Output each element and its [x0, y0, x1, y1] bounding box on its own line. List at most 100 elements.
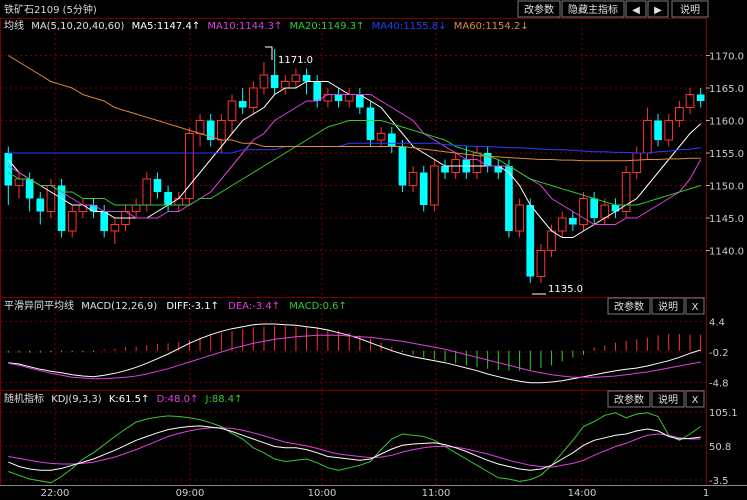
macd-tick-label: -4.8 [709, 379, 729, 390]
macd-diff: DIFF:-3.1↑ [166, 301, 219, 312]
candle-body-up [579, 198, 588, 225]
candle-body-up [110, 224, 120, 232]
kdj-j: J:88.4↑ [205, 394, 243, 405]
candle-body-up [174, 198, 184, 206]
candle-body-up [131, 204, 141, 212]
time-label-end: 1 [703, 488, 709, 499]
kdj-j-line [8, 412, 701, 484]
macd-diff-line [8, 323, 701, 384]
candle-body-down [36, 198, 45, 212]
candle-body-up [547, 230, 556, 251]
low-label: 1135.0 [548, 284, 583, 295]
candle-body-up [217, 120, 226, 141]
macd-header: 平滑异同平均线 MACD(12,26,9) DIFF:-3.1↑ DEA:-3.… [4, 297, 705, 315]
ma-title: 均线 [4, 19, 24, 32]
macd-layer [7, 323, 702, 384]
candle-body-up [376, 133, 386, 141]
high-label: 1171.0 [278, 55, 313, 66]
time-label-0900: 09:00 [176, 488, 205, 499]
candle-body-down [334, 94, 343, 101]
kdj-d-line [8, 427, 701, 468]
macd-legend-text: 平滑异同平均线 MACD(12,26,9) DIFF:-3.1↑ DEA:-3.… [4, 299, 347, 312]
candle-body-down [313, 81, 322, 101]
price-tick-label: 1145.0 [709, 214, 744, 225]
grid-lines [0, 18, 747, 486]
time-label-2200: 22:00 [41, 488, 70, 499]
candle-body-up [46, 185, 56, 212]
kdj-header: 随机指标 KDJ(9,3,3) K:61.5↑ D:48.0↑ J:88.4↑ … [4, 390, 705, 408]
candle-body-down [25, 179, 34, 199]
candle-body-up [14, 178, 24, 186]
candle-body-up [291, 74, 301, 82]
candle-body-up [632, 152, 642, 173]
stock-chart: 铁矿石2109 (5分钟) 改参数 隐藏主指标 ◀ ▶ 说明 均线 MA(5,1… [0, 0, 747, 499]
candle-body-down [654, 120, 662, 140]
candle-body-down [270, 75, 279, 88]
candle-body-up [323, 94, 333, 102]
price-tick-label: 1170.0 [709, 52, 744, 63]
symbol-title: 铁矿石2109 (5分钟) [4, 3, 97, 16]
ma60-value: MA60:1154.2↓ [454, 21, 529, 32]
time-label-1000: 10:00 [308, 488, 337, 499]
next-arrow-icon[interactable]: ▶ [654, 5, 662, 16]
kdj-tick-label: -3.5 [709, 476, 729, 487]
macd-tick-label: -0.2 [709, 348, 729, 359]
candle-body-down [302, 75, 311, 82]
macd-dea-line [8, 334, 701, 380]
price-axis: 1170.0 1165.0 1160.0 1155.0 1150.0 1145.0 1140… [706, 52, 744, 487]
candle-body-up [408, 172, 418, 186]
kdj-help-button[interactable]: 说明 [658, 393, 678, 406]
candle-body-down [4, 153, 13, 186]
ma40-line [8, 142, 701, 154]
kdj-d: D:48.0↑ [157, 394, 199, 405]
kdj-title: 随机指标 [4, 392, 44, 405]
macd-help-button[interactable]: 说明 [658, 300, 678, 313]
candle-body-down [569, 218, 577, 225]
candle-body-down [441, 166, 449, 173]
candle-body-down [387, 133, 396, 147]
macd-edit-params-button[interactable]: 改参数 [614, 300, 644, 313]
candle-body-up [78, 204, 88, 212]
time-axis: 22:00 09:00 10:00 11:00 14:00 1 [41, 488, 710, 499]
candle-body-up [344, 94, 354, 102]
kdj-edit-params-button[interactable]: 改参数 [614, 393, 644, 406]
candle-body-up [280, 81, 290, 89]
candle-body-down [238, 101, 247, 108]
edit-params-button[interactable]: 改参数 [524, 3, 554, 16]
candle-body-down [526, 205, 535, 277]
candle-body-up [675, 107, 684, 121]
macd-params: MACD(12,26,9) [81, 301, 157, 312]
candle-body-down [153, 179, 162, 192]
candle-body-down [366, 107, 375, 140]
main-header: 铁矿石2109 (5分钟) [4, 3, 97, 16]
ma10-value: MA10:1144.3↑ [207, 21, 282, 32]
kdj-k-line [8, 425, 701, 471]
macd-dea: DEA:-3.4↑ [228, 301, 280, 312]
candle-body-up [536, 250, 546, 277]
candle-body-up [664, 120, 674, 141]
candle-body-up [621, 172, 631, 212]
candle-body-down [590, 198, 598, 218]
ma60-line [8, 55, 701, 162]
time-label-1100: 11:00 [422, 488, 451, 499]
ma40-value: MA40:1155.8↓ [372, 21, 447, 32]
ma20-line [8, 120, 701, 206]
prev-arrow-icon[interactable]: ◀ [632, 5, 640, 16]
hide-indicator-button[interactable]: 隐藏主指标 [568, 3, 618, 16]
kdj-close-icon[interactable]: X [692, 395, 699, 406]
candle-body-up [195, 120, 205, 134]
ma20-value: MA20:1149.3↑ [290, 21, 365, 32]
ma-legend-text: 均线 MA(5,10,20,40,60) MA5:1147.4↑ MA10:11… [4, 19, 529, 32]
candle-body-up [259, 74, 269, 89]
price-tick-label: 1150.0 [709, 182, 744, 193]
price-tick-label: 1160.0 [709, 117, 744, 128]
macd-close-icon[interactable]: X [692, 302, 699, 313]
help-button[interactable]: 说明 [680, 3, 700, 16]
kdj-k: K:61.5↑ [109, 394, 150, 405]
candle-body-up [430, 165, 439, 206]
candle-body-down [89, 205, 98, 212]
time-label-1400: 14:00 [568, 488, 597, 499]
ma-params: MA(5,10,20,40,60) [31, 21, 124, 32]
candle-body-down [100, 211, 109, 231]
kdj-tick-label: 105.1 [709, 408, 738, 419]
